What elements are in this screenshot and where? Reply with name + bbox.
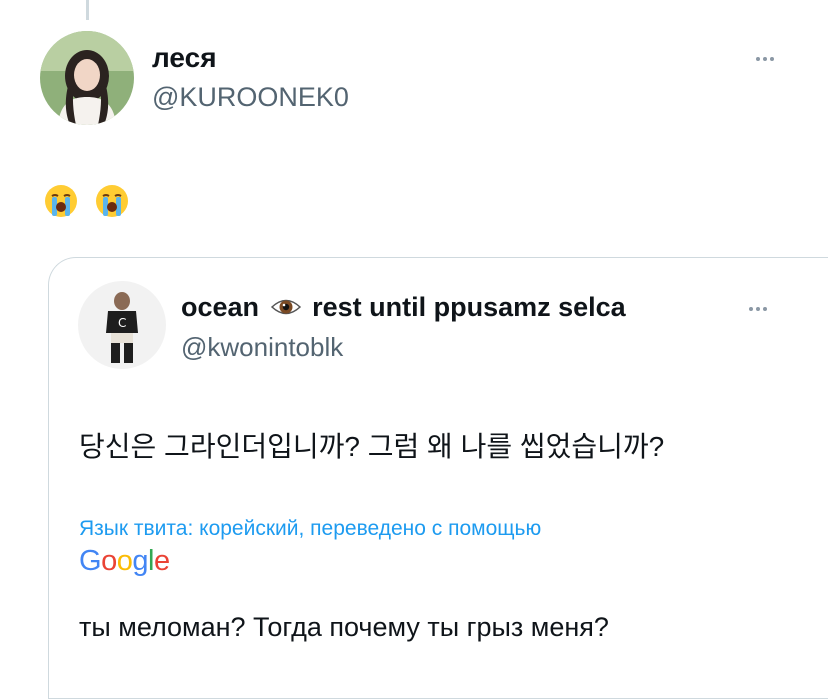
google-letter: o [116, 545, 133, 577]
author-name[interactable]: леся [152, 42, 217, 74]
google-letter: e [153, 545, 170, 577]
google-letter: o [101, 545, 117, 577]
loudly-crying-face-icon [45, 185, 77, 217]
svg-text:C: C [118, 316, 126, 330]
google-letter: G [79, 545, 102, 577]
author-avatar[interactable] [40, 31, 134, 125]
quoted-name-suffix: rest until ppusamz selca [312, 292, 626, 322]
quoted-author-name[interactable]: ocean rest until ppusamz selca [181, 292, 626, 323]
thread-connector-line [86, 0, 89, 20]
eye-icon [270, 299, 301, 315]
quoted-name-text: ocean [181, 292, 260, 322]
translated-text: ты меломан? Тогда почему ты грыз меня? [79, 612, 609, 642]
quoted-more-options-icon[interactable] [749, 307, 767, 311]
quoted-tweet-text: 당신은 그라인더입니까? 그럼 왜 나를 씹었습니까? [79, 431, 665, 462]
quoted-author-avatar[interactable]: C [78, 281, 166, 369]
google-letter: g [132, 545, 148, 577]
loudly-crying-face-icon [96, 185, 128, 217]
quoted-author-handle[interactable]: @kwonintoblk [181, 332, 343, 363]
more-options-icon[interactable] [756, 57, 774, 61]
translation-language-note[interactable]: Язык твита: корейский, переведено с помо… [79, 517, 541, 541]
google-logo: Google [79, 545, 170, 578]
author-handle[interactable]: @KUROONEK0 [152, 82, 349, 113]
